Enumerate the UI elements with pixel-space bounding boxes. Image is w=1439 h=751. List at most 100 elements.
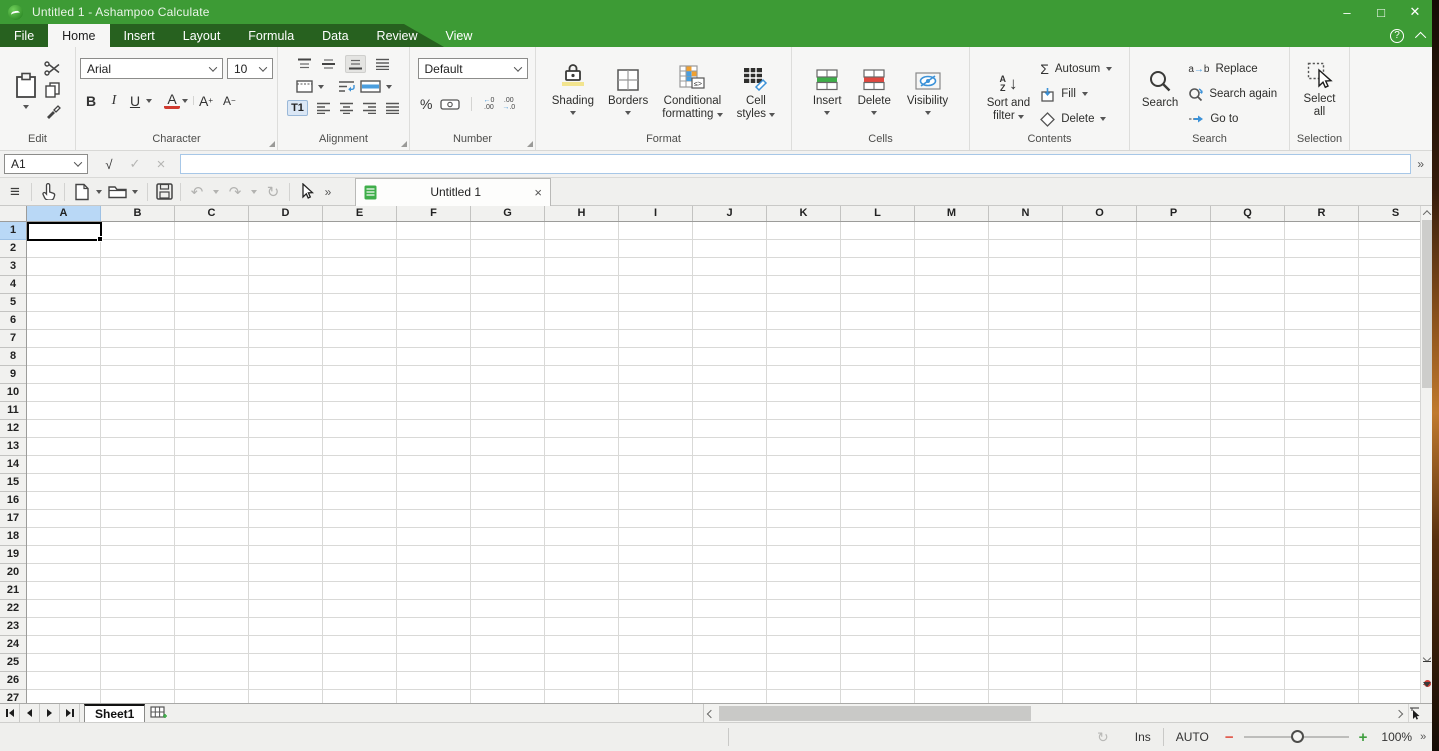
fill-button[interactable]: Fill [1040, 82, 1112, 106]
row-header-13[interactable]: 13 [0, 438, 26, 456]
column-header-J[interactable]: J [693, 206, 767, 221]
conditional-formatting-button[interactable]: ≤> Conditional formatting [662, 57, 723, 121]
insert-cells-button[interactable]: Insert [813, 57, 842, 115]
zoom-out-button[interactable]: − [1225, 729, 1234, 746]
close-button[interactable]: ✕ [1398, 0, 1432, 24]
maximize-button[interactable]: □ [1364, 0, 1398, 24]
repeat-icon[interactable]: ↻ [262, 181, 284, 203]
font-name-select[interactable]: Arial [80, 58, 223, 79]
row-header-14[interactable]: 14 [0, 456, 26, 474]
valign-center-icon[interactable] [321, 58, 336, 70]
zoom-level[interactable]: 100% [1381, 730, 1412, 744]
column-header-D[interactable]: D [249, 206, 323, 221]
shading-button[interactable]: Shading [552, 57, 594, 115]
column-header-E[interactable]: E [323, 206, 397, 221]
number-dialog-launcher[interactable] [527, 141, 533, 147]
selected-cell-A1[interactable] [27, 222, 103, 242]
align-right-icon[interactable] [362, 102, 377, 114]
open-document-icon[interactable] [106, 181, 128, 203]
undo-icon[interactable]: ↶ [186, 181, 208, 203]
menu-tab-layout[interactable]: Layout [169, 24, 235, 47]
row-header-10[interactable]: 10 [0, 384, 26, 402]
column-header-H[interactable]: H [545, 206, 619, 221]
undo-dropdown[interactable] [213, 189, 219, 194]
format-cell-dropdown[interactable] [317, 84, 324, 89]
touch-mode-icon[interactable] [37, 181, 59, 203]
zoom-slider-thumb[interactable] [1290, 730, 1304, 743]
document-tab[interactable]: Untitled 1 × [355, 177, 551, 206]
replace-button[interactable]: a→b Replace [1188, 57, 1277, 81]
column-header-B[interactable]: B [101, 206, 175, 221]
row-header-20[interactable]: 20 [0, 564, 26, 582]
next-sheet-button[interactable] [40, 704, 60, 722]
menu-tab-data[interactable]: Data [308, 24, 362, 47]
formula-input[interactable] [180, 154, 1412, 174]
font-size-select[interactable]: 10 [227, 58, 273, 79]
help-icon[interactable]: ? [1390, 28, 1404, 43]
goto-button[interactable]: Go to [1188, 107, 1277, 131]
scroll-right-button[interactable] [1392, 704, 1406, 723]
grow-font-button[interactable]: A + [199, 93, 213, 109]
cut-icon[interactable] [44, 60, 61, 76]
align-center-icon[interactable] [339, 102, 354, 114]
cells-canvas[interactable] [27, 222, 1420, 703]
row-header-11[interactable]: 11 [0, 402, 26, 420]
vertical-scrollbar[interactable] [1420, 206, 1432, 707]
formula-icon[interactable]: √ [96, 157, 122, 172]
row-header-1[interactable]: 1 [0, 222, 26, 240]
pointer-mode-icon[interactable] [295, 181, 317, 203]
row-header-22[interactable]: 22 [0, 600, 26, 618]
sheet-tab-sheet1[interactable]: Sheet1 [84, 704, 146, 722]
new-document-dropdown[interactable] [96, 189, 102, 194]
redo-icon[interactable]: ↷ [224, 181, 246, 203]
borders-button[interactable]: Borders [608, 57, 648, 115]
sort-filter-button[interactable]: AZ ↓ Sort and filter [987, 59, 1030, 123]
valign-top-icon[interactable] [297, 58, 312, 70]
delete-cells-button[interactable]: Delete [858, 57, 891, 115]
search-button[interactable]: Search [1142, 59, 1178, 110]
align-justify-icon[interactable] [385, 102, 400, 114]
cancel-icon[interactable]: × [148, 156, 174, 173]
remove-decimal-button[interactable]: .00 →.0 [502, 97, 515, 111]
horizontal-scrollbar[interactable] [703, 704, 1420, 723]
number-format-select[interactable]: Default [417, 58, 528, 79]
toolbar-overflow-icon[interactable]: » [317, 181, 339, 203]
document-tab-close-icon[interactable]: × [534, 185, 542, 200]
add-decimal-button[interactable]: ←←00.00 [483, 97, 494, 111]
row-header-3[interactable]: 3 [0, 258, 26, 276]
column-header-G[interactable]: G [471, 206, 545, 221]
row-header-27[interactable]: 27 [0, 690, 26, 703]
row-header-25[interactable]: 25 [0, 654, 26, 672]
merge-cells-dropdown[interactable] [385, 84, 392, 89]
column-header-C[interactable]: C [175, 206, 249, 221]
first-sheet-button[interactable] [0, 704, 20, 722]
search-again-button[interactable]: Search again [1188, 82, 1277, 106]
column-header-M[interactable]: M [915, 206, 989, 221]
row-header-18[interactable]: 18 [0, 528, 26, 546]
zoom-in-button[interactable]: + [1359, 729, 1368, 746]
row-header-19[interactable]: 19 [0, 546, 26, 564]
fill-handle[interactable] [97, 236, 103, 242]
percent-format-button[interactable]: % [420, 96, 432, 112]
minimize-button[interactable]: – [1330, 0, 1364, 24]
format-painter-icon[interactable] [44, 104, 61, 120]
row-header-23[interactable]: 23 [0, 618, 26, 636]
menu-tab-insert[interactable]: Insert [110, 24, 169, 47]
wrap-text-icon[interactable] [338, 80, 355, 93]
new-document-icon[interactable] [70, 181, 92, 203]
column-header-O[interactable]: O [1063, 206, 1137, 221]
row-header-21[interactable]: 21 [0, 582, 26, 600]
bold-button[interactable]: B [80, 93, 102, 109]
confirm-icon[interactable]: ✓ [122, 156, 148, 172]
redo-dropdown[interactable] [251, 189, 257, 194]
valign-bottom-button[interactable] [345, 55, 366, 73]
vertical-text-button[interactable]: T1 [287, 100, 308, 116]
underline-button[interactable]: U [126, 93, 144, 109]
row-header-17[interactable]: 17 [0, 510, 26, 528]
valign-justify-icon[interactable] [375, 58, 390, 70]
vertical-scroll-thumb[interactable] [1422, 220, 1432, 388]
cell-name-box[interactable]: A1 [4, 154, 88, 174]
column-header-R[interactable]: R [1285, 206, 1359, 221]
row-header-12[interactable]: 12 [0, 420, 26, 438]
visibility-button[interactable]: Visibility [907, 57, 948, 115]
